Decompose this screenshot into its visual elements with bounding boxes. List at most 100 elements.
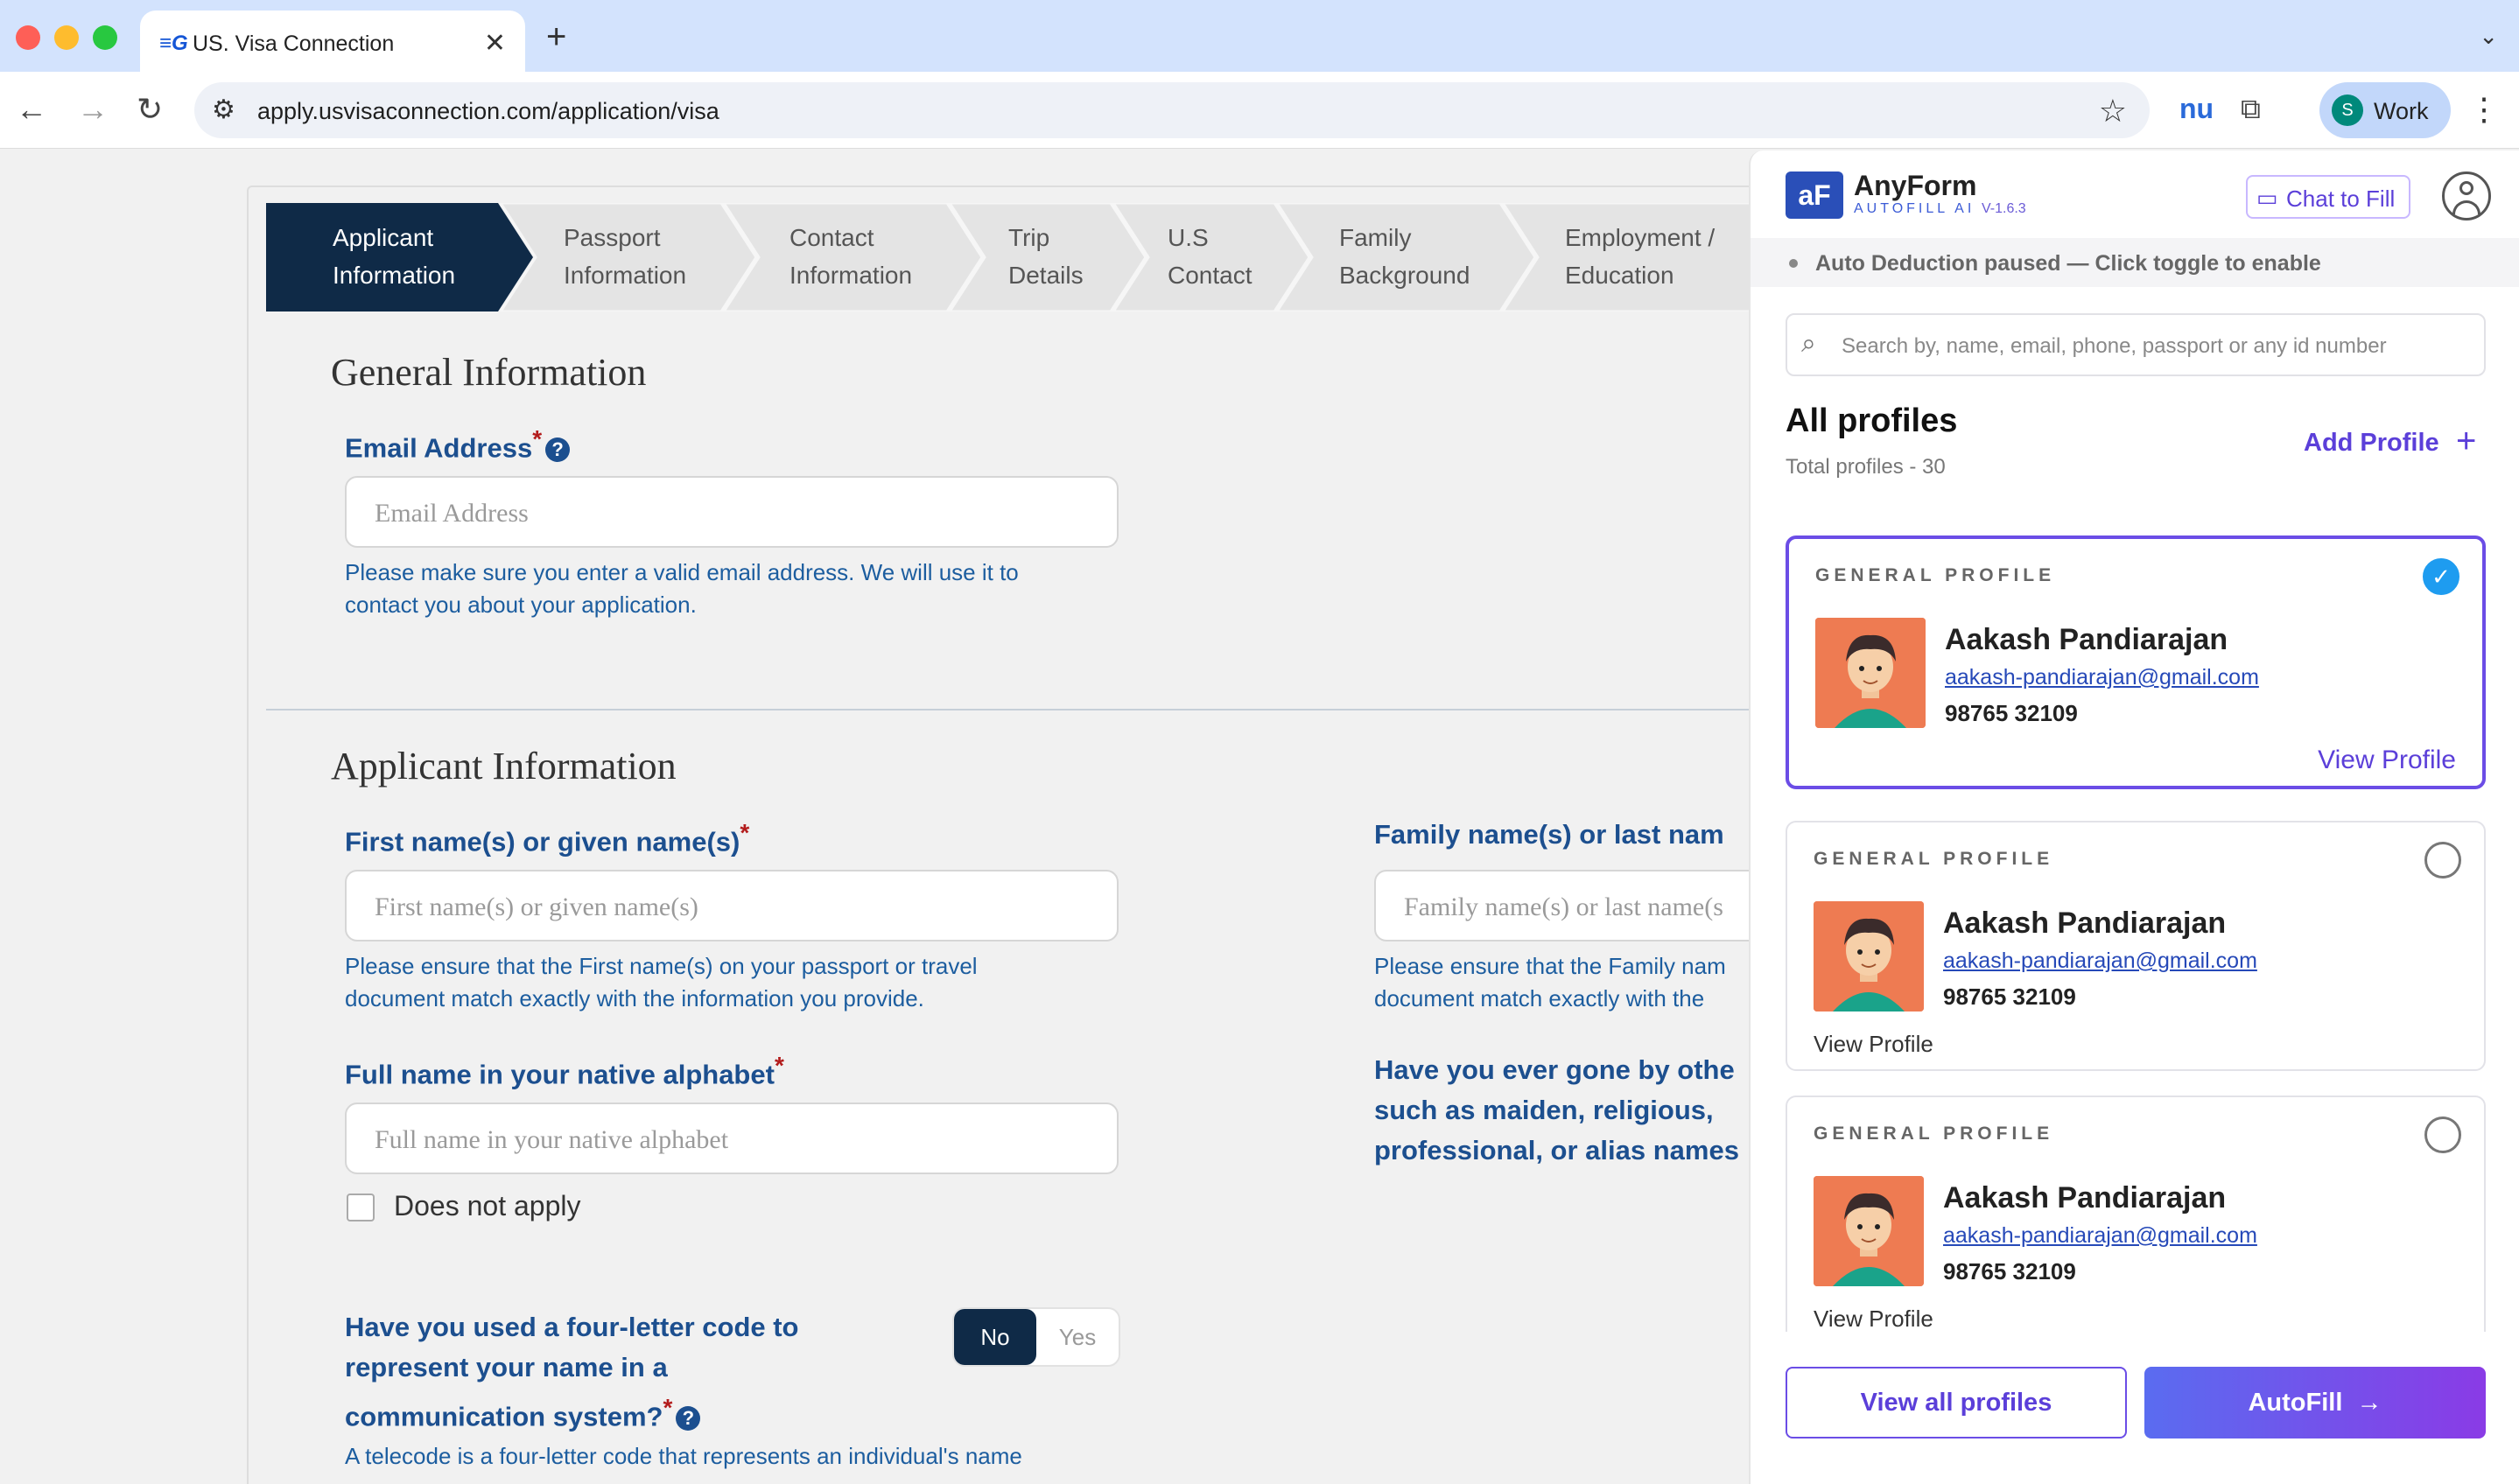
native-name-label-text: Full name in your native alphabet (345, 1059, 775, 1090)
anyform-panel: aF AnyForm AUTOFILL AI V-1.6.3 ▭ Chat to… (1749, 150, 2519, 1484)
step-label: Information (789, 262, 913, 289)
toggle-no-option[interactable]: No (954, 1309, 1036, 1365)
address-bar[interactable]: ⚙ apply.usvisaconnection.com/application… (194, 82, 2150, 138)
profile-email-link[interactable]: aakash-pandiarajan@gmail.com (1945, 665, 2259, 690)
new-tab-icon[interactable]: + (546, 18, 566, 57)
selected-check-icon[interactable]: ✓ (2423, 558, 2459, 595)
email-field[interactable]: Email Address (345, 476, 1119, 548)
url-text[interactable]: apply.usvisaconnection.com/application/v… (257, 98, 719, 125)
step-contact-information[interactable]: Contact Information (789, 203, 912, 312)
status-dot-icon (1789, 259, 1798, 268)
user-head-shape (2459, 181, 2473, 195)
step-label: Education (1565, 262, 1674, 289)
question-line: Have you used a four-letter code to (345, 1312, 799, 1342)
person-avatar-icon (1814, 1176, 1924, 1286)
help-icon[interactable]: ? (676, 1406, 701, 1432)
radio-unselected-icon[interactable] (2424, 842, 2461, 878)
autofill-button[interactable]: AutoFill → (2144, 1367, 2486, 1438)
bookmark-star-icon[interactable]: ☆ (2099, 93, 2127, 130)
reload-icon[interactable]: ↻ (137, 91, 163, 128)
maximize-window-button[interactable] (93, 25, 117, 50)
toggle-yes-option[interactable]: Yes (1036, 1309, 1119, 1365)
close-tab-icon[interactable]: ✕ (484, 28, 506, 59)
step-passport-information[interactable]: Passport Information (564, 203, 686, 312)
tab-title: US. Visa Connection (193, 32, 395, 56)
radio-unselected-icon[interactable] (2424, 1116, 2461, 1153)
native-name-label: Full name in your native alphabet* (345, 1052, 784, 1090)
question-line: communication system? (345, 1401, 663, 1432)
profile-card[interactable]: GENERAL PROFILE Aakash Pandiarajan aakas… (1786, 821, 2486, 1071)
profile-list: GENERAL PROFILE ✓ Aakash Pandiarajan aak… (1786, 536, 2486, 1332)
help-icon[interactable]: ? (545, 438, 571, 463)
avatar (1814, 901, 1924, 1012)
nu-extension-icon[interactable]: nu (2179, 93, 2214, 125)
site-settings-icon[interactable]: ⚙ (212, 94, 235, 125)
auto-deduction-status[interactable]: Auto Deduction paused — Click toggle to … (1751, 238, 2519, 287)
autofill-label: AutoFill (2248, 1389, 2343, 1417)
does-not-apply-checkbox[interactable] (347, 1194, 375, 1222)
native-name-placeholder: Full name in your native alphabet (375, 1125, 729, 1154)
chat-bubble-icon: ▭ (2256, 185, 2278, 211)
hint-line: Please ensure that the First name(s) on … (345, 953, 978, 979)
question-line: such as maiden, religious, (1374, 1095, 1714, 1125)
step-label: Applicant (333, 224, 434, 251)
user-account-icon[interactable] (2442, 172, 2491, 220)
native-name-field[interactable]: Full name in your native alphabet (345, 1102, 1119, 1174)
brand-name: AnyForm (1854, 170, 1977, 201)
view-profile-link[interactable]: View Profile (2318, 746, 2456, 775)
menu-kebab-icon[interactable]: ⋮ (2468, 91, 2500, 128)
brand-subtitle: AUTOFILL AI (1854, 201, 1975, 216)
required-marker: * (774, 1052, 784, 1079)
forward-icon[interactable]: → (77, 91, 109, 128)
step-applicant-information[interactable]: Applicant Information (333, 203, 455, 312)
step-employment-education[interactable]: Employment / Education (1565, 203, 1715, 312)
view-all-profiles-button[interactable]: View all profiles (1786, 1367, 2127, 1438)
chat-to-fill-label: Chat to Fill (2286, 186, 2396, 212)
chat-to-fill-button[interactable]: ▭ Chat to Fill (2246, 175, 2410, 219)
other-names-question: Have you ever gone by othe such as maiden… (1374, 1050, 1739, 1171)
required-marker: * (532, 425, 543, 452)
back-icon[interactable]: ← (16, 91, 47, 128)
add-profile-button[interactable]: Add Profile + (2304, 422, 2476, 460)
telecode-hint: A telecode is a four-letter code that re… (345, 1443, 1022, 1469)
question-line: professional, or alias names (1374, 1135, 1739, 1166)
step-label: Passport (564, 224, 661, 251)
anyform-logo: aF (1786, 172, 1843, 219)
profile-name: Aakash Pandiarajan (1943, 1181, 2227, 1214)
profile-card[interactable]: GENERAL PROFILE Aakash Pandiarajan aakas… (1786, 1096, 2486, 1332)
minimize-window-button[interactable] (54, 25, 79, 50)
view-profile-link[interactable]: View Profile (1814, 1031, 1933, 1058)
profile-email-link[interactable]: aakash-pandiarajan@gmail.com (1943, 1223, 2257, 1249)
profile-chip[interactable]: S Work (2319, 82, 2451, 138)
person-avatar-icon (1814, 901, 1924, 1012)
avatar: S (2332, 94, 2363, 126)
first-name-placeholder: First name(s) or given name(s) (375, 892, 698, 921)
email-label-text: Email Address (345, 432, 533, 464)
profile-email-link[interactable]: aakash-pandiarajan@gmail.com (1943, 948, 2257, 974)
close-window-button[interactable] (16, 25, 40, 50)
tab-search-chevron-icon[interactable]: ⌄ (2479, 23, 2498, 50)
first-name-field[interactable]: First name(s) or given name(s) (345, 870, 1119, 942)
step-trip-details[interactable]: Trip Details (1008, 203, 1084, 312)
profile-kind: GENERAL PROFILE (1814, 1124, 2054, 1144)
browser-tab[interactable]: ≡G US. Visa Connection ✕ (140, 10, 525, 72)
family-name-label: Family name(s) or last nam (1374, 819, 1724, 850)
profile-card[interactable]: GENERAL PROFILE ✓ Aakash Pandiarajan aak… (1786, 536, 2486, 789)
person-avatar-icon (1815, 618, 1926, 728)
step-us-contact[interactable]: U.S Contact (1168, 203, 1252, 312)
profile-name: Aakash Pandiarajan (1945, 623, 2228, 656)
arrow-right-icon: → (2349, 1389, 2382, 1417)
extensions-puzzle-icon[interactable]: ⧉ (2241, 93, 2261, 126)
user-body-shape (2452, 200, 2480, 214)
view-profile-link[interactable]: View Profile (1814, 1306, 1933, 1332)
profile-search-input[interactable]: ⌕ Search by, name, email, phone, passpor… (1786, 313, 2486, 376)
email-label: Email Address*? (345, 425, 571, 464)
profile-name: Work (2374, 98, 2429, 124)
hint-line: Please ensure that the Family nam (1374, 953, 1726, 979)
step-family-background[interactable]: Family Background (1339, 203, 1470, 312)
avatar (1815, 618, 1926, 728)
profile-name: Aakash Pandiarajan (1943, 906, 2227, 940)
add-profile-label: Add Profile (2304, 429, 2439, 457)
first-name-label: First name(s) or given name(s)* (345, 819, 749, 858)
profile-phone: 98765 32109 (1945, 700, 2078, 726)
